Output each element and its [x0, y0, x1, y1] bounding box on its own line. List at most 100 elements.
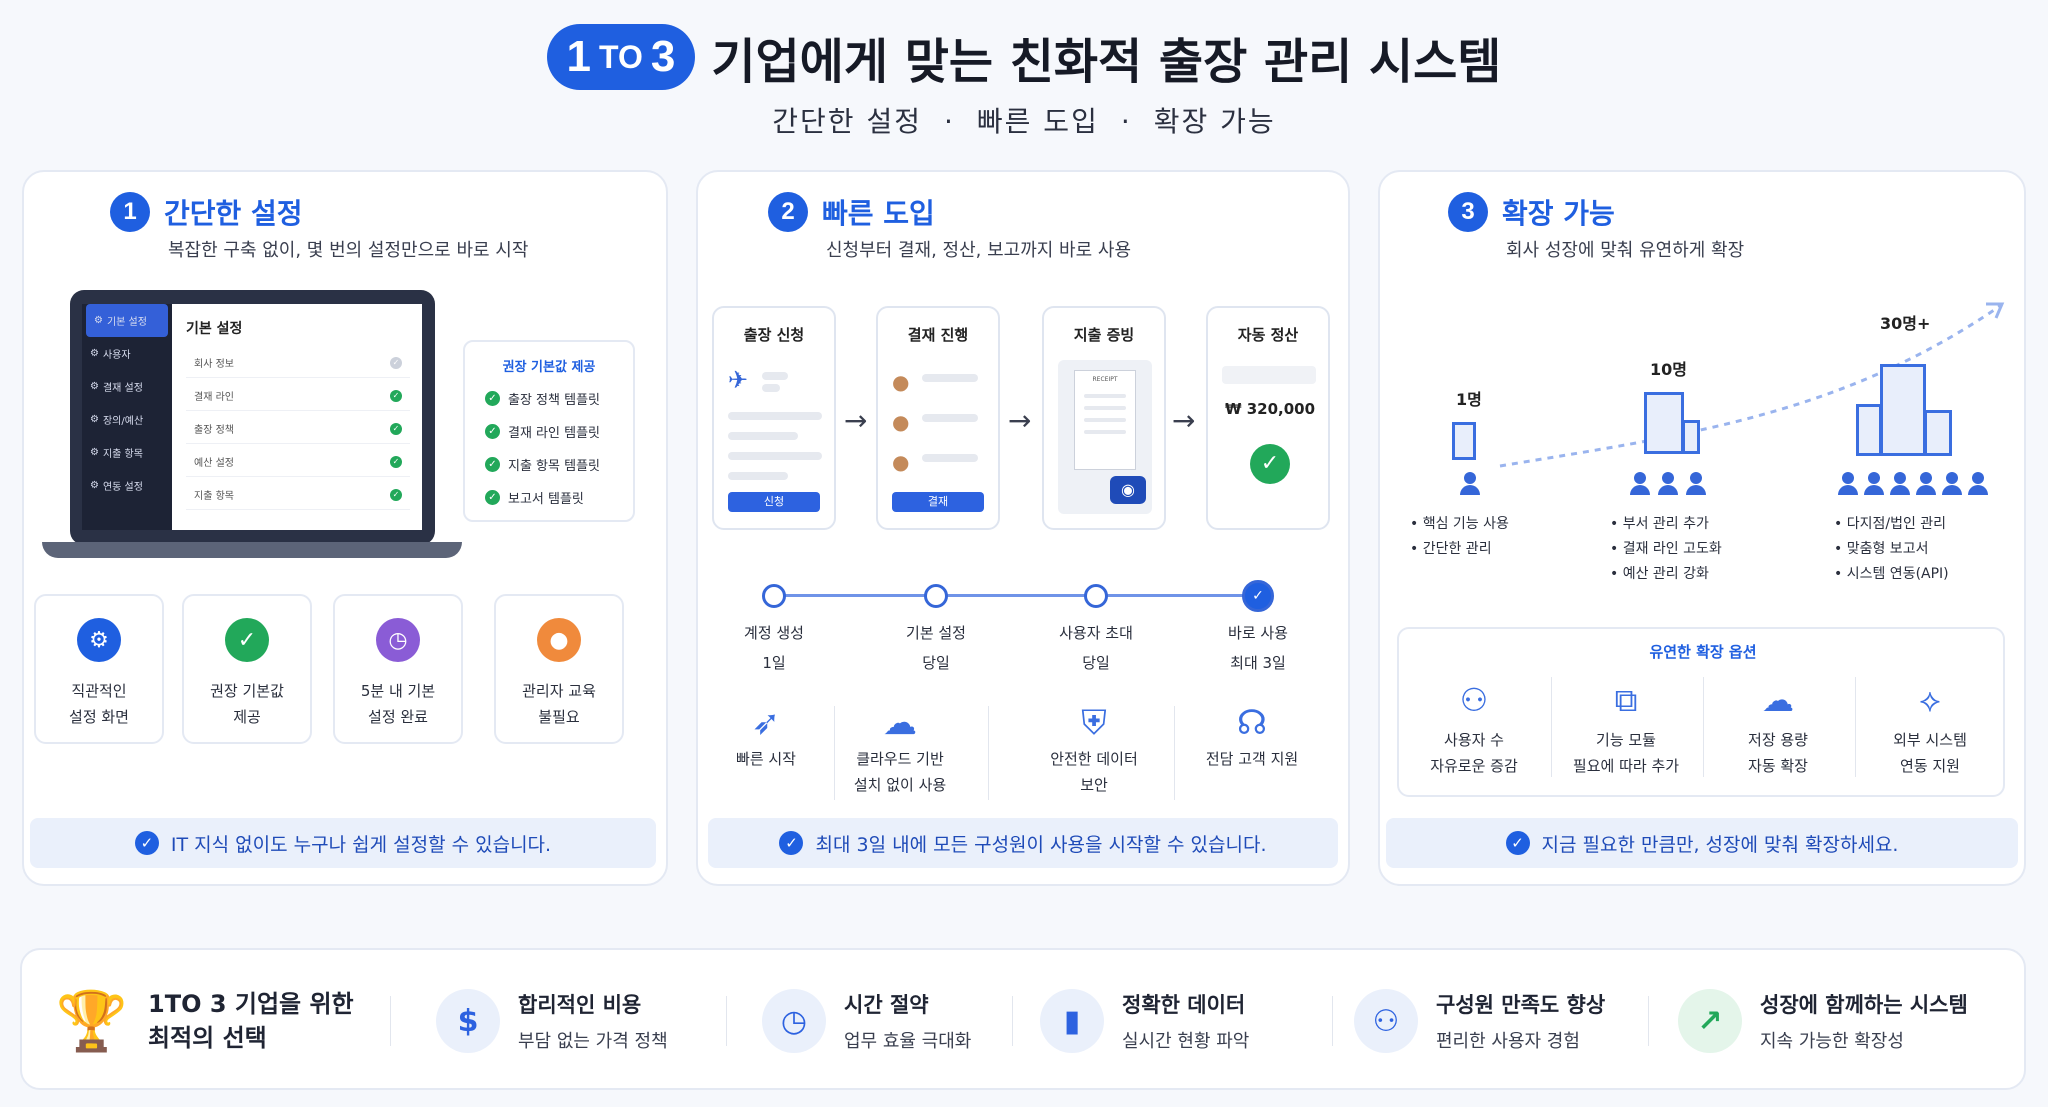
- timeline-label: 계정 생성 1일: [744, 624, 804, 672]
- strip-item: ▮ 정확한 데이터 실시간 현황 파악: [1040, 950, 1249, 1092]
- strip-item: ⚇ 구성원 만족도 향상 편리한 사용자 경험: [1354, 950, 1605, 1092]
- settlement-amount: ₩ 320,000: [1224, 400, 1316, 418]
- check-icon: ✓: [485, 391, 500, 406]
- strip-lead: 🏆 1TO 3 기업을 위한 최적의 선택: [54, 950, 354, 1092]
- subtitle-dot: ·: [943, 105, 955, 138]
- laptop-row: 회사 정보 ✓: [186, 348, 410, 378]
- section3-desc: 회사 성장에 맞춰 유연하게 확장: [1506, 240, 1745, 261]
- laptop-row: 예산 설정 ✓: [186, 447, 410, 477]
- stage-bullets: • 부서 관리 추가 • 결재 라인 고도화 • 예산 관리 강화: [1610, 516, 1722, 582]
- subtitle-fast-adoption: 빠른 도입: [976, 105, 1099, 138]
- check-icon: ✓: [134, 831, 159, 855]
- section1-desc: 복잡한 구축 없이, 몇 번의 설정만으로 바로 시작: [168, 240, 529, 261]
- brand-badge: 1 TO 3: [546, 24, 696, 90]
- feature-card: ● 관리자 교육 불필요: [494, 594, 624, 744]
- section1-number: 1: [110, 192, 150, 232]
- timeline-node: [762, 584, 786, 608]
- flow-step-request: 출장 신청 ✈ 신청: [712, 306, 836, 530]
- check-icon: ✓: [390, 422, 402, 435]
- feature-card: ⚙ 직관적인 설정 화면: [34, 594, 164, 744]
- timeline-node: [1084, 584, 1108, 608]
- person-icon: [1864, 472, 1884, 495]
- arrow-right-icon: →: [1172, 404, 1196, 437]
- avatar-icon: ●: [892, 370, 910, 394]
- section2-footer: ✓ 최대 3일 내에 모든 구성원이 사용을 시작할 수 있습니다.: [708, 818, 1338, 868]
- step-button: 신청: [728, 492, 820, 512]
- check-circle-icon: ✓: [1250, 444, 1290, 484]
- strip-lead-line2: 최적의 선택: [148, 1024, 267, 1052]
- subtitle-scalable: 확장 가능: [1153, 105, 1276, 138]
- cloud-icon: ☁: [883, 703, 917, 743]
- person-icon: [1630, 472, 1650, 495]
- badge-number-3: 3: [650, 32, 676, 81]
- timeline-node: [924, 584, 948, 608]
- person-icon: [1838, 472, 1858, 495]
- template-box-title: 권장 기본값 제공: [502, 360, 596, 375]
- check-icon: ✓: [485, 457, 500, 472]
- flow-step-approval: 결재 진행 ● ● ● 결재: [876, 306, 1000, 530]
- option-item: ☁ 저장 용량 자동 확장: [1703, 673, 1853, 779]
- options-title: 유연한 확장 옵션: [1649, 643, 1757, 661]
- users-icon: ⚇: [1459, 681, 1489, 719]
- shield-icon: ⛨: [1081, 703, 1107, 743]
- step-title: 지출 증빙: [1073, 326, 1135, 344]
- laptop-side-item: ⚙ 기본 설정: [86, 304, 168, 337]
- stage-bullets: • 핵심 기능 사용 • 간단한 관리: [1410, 516, 1509, 557]
- timeline-label: 기본 설정 당일: [906, 624, 966, 672]
- rocket-icon: ➶: [751, 703, 781, 743]
- laptop-side-item: ⚙ 연동 설정: [90, 480, 143, 493]
- section2-desc: 신청부터 결재, 정산, 보고까지 바로 사용: [826, 240, 1132, 261]
- check-icon: ✓: [390, 356, 402, 369]
- page-title: 기업에게 맞는 친화적 출장 관리 시스템: [711, 34, 1502, 90]
- building-icon: [1682, 420, 1700, 454]
- flow-step-settlement: 자동 정산 ₩ 320,000 ✓: [1206, 306, 1330, 530]
- clock-icon: ◷: [376, 618, 420, 662]
- avatar-icon: ●: [892, 410, 910, 434]
- template-item: ✓ 결재 라인 템플릿: [485, 422, 633, 441]
- template-box: 권장 기본값 제공 ✓ 출장 정책 템플릿 ✓ 결재 라인 템플릿 ✓ 지출 항목 템…: [463, 340, 635, 522]
- laptop-side-item: ⚙ 지출 항목: [90, 447, 143, 460]
- scaling-options: 유연한 확장 옵션 ⚇ 사용자 수 자유로운 증감 ⧉ 기능 모듈 필요에 따라 추가 …: [1397, 627, 2005, 797]
- template-item: ✓ 보고서 템플릿: [485, 488, 633, 507]
- timeline-line: [774, 594, 1254, 597]
- dollar-icon: $: [436, 989, 500, 1053]
- step-button: 결재: [892, 492, 984, 512]
- building-icon: [1924, 410, 1952, 456]
- laptop-side-item: ⚙ 사용자: [90, 348, 131, 361]
- strip-lead-line1: 1TO 3 기업을 위한: [148, 990, 354, 1018]
- laptop-row: 출장 정책 ✓: [186, 414, 410, 444]
- building-icon: [1880, 364, 1926, 456]
- people-icon: ⚇: [1354, 989, 1418, 1053]
- page-subtitle: 간단한 설정 · 빠른 도입 · 확장 가능: [0, 100, 2048, 140]
- benefit-item: ➶ 빠른 시작: [696, 700, 836, 772]
- check-circle-icon: ✓: [225, 618, 269, 662]
- section1-title: 간단한 설정: [164, 197, 303, 230]
- integration-icon: ⟡: [1919, 681, 1941, 719]
- laptop-main: 기본 설정 회사 정보 ✓ 결재 라인 ✓ 출장 정책 ✓ 예산 설정 ✓ 지출 항목 ✓: [172, 304, 422, 530]
- laptop-side-item: ⚙ 결재 설정: [90, 381, 143, 394]
- stage-count: 1명: [1456, 390, 1482, 409]
- timeline-node-done: ✓: [1242, 580, 1274, 612]
- trophy-icon: 🏆: [55, 986, 129, 1055]
- laptop-sidebar: ⚙ 기본 설정 ⚙ 사용자 ⚙ 결재 설정 ⚙ 장의/예산 ⚙ 지출 항목 ⚙ 연동 설정: [82, 304, 172, 530]
- timeline-label: 사용자 초대 당일: [1059, 624, 1133, 672]
- person-icon: [1968, 472, 1988, 495]
- benefit-item: ☁ 클라우드 기반 설치 없이 사용: [830, 700, 970, 798]
- step-title: 결재 진행: [907, 326, 969, 344]
- benefit-item: ⛨ 안전한 데이터 보안: [1024, 700, 1164, 798]
- strip-item: ◷ 시간 절약 업무 효율 극대화: [762, 950, 971, 1092]
- receipt-label: RECEIPT: [1092, 376, 1118, 383]
- arrow-right-icon: →: [1008, 404, 1032, 437]
- building-icon: [1856, 404, 1882, 456]
- section3-title: 확장 가능: [1502, 197, 1615, 230]
- check-icon: ✓: [485, 424, 500, 439]
- check-icon: ✓: [779, 831, 804, 855]
- check-icon: ✓: [1505, 831, 1530, 855]
- bar-chart-icon: ▮: [1040, 989, 1104, 1053]
- step-title: 자동 정산: [1237, 326, 1299, 344]
- person-icon: [1916, 472, 1936, 495]
- section3-footer: ✓ 지금 필요한 만큼만, 성장에 맞춰 확장하세요.: [1386, 818, 2018, 868]
- building-icon: [1644, 392, 1684, 454]
- section3-number: 3: [1448, 192, 1488, 232]
- option-item: ⟡ 외부 시스템 연동 지원: [1855, 673, 2005, 779]
